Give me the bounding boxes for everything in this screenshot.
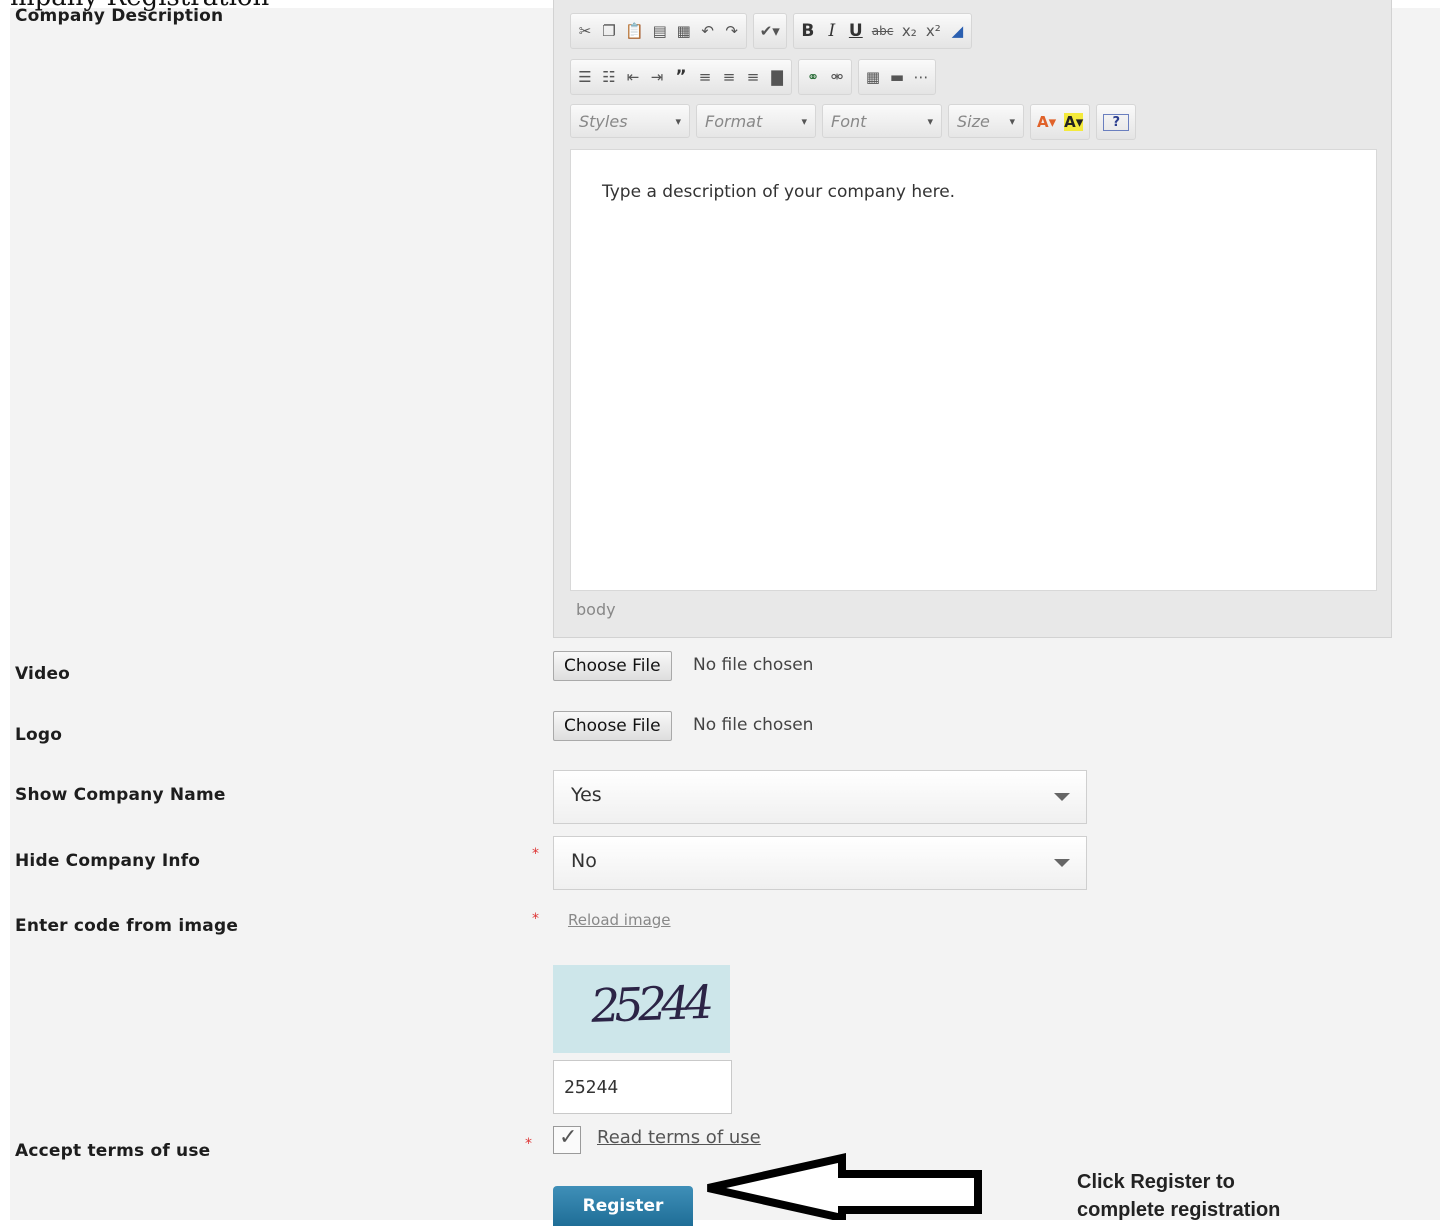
register-button[interactable]: Register [553, 1186, 693, 1226]
required-mark: * [532, 846, 539, 862]
lists-group: ☰ ☷ ⇤ ⇥ ” ≡ ≡ ≡ ▇ [570, 59, 792, 95]
accept-terms-checkbox[interactable]: ✓ [553, 1125, 581, 1154]
company-description-label: Company Description [15, 6, 224, 26]
chevron-down-icon: ▾ [1009, 114, 1015, 128]
paste-text-icon[interactable]: ▤ [652, 22, 668, 40]
size-combo[interactable]: Size ▾ [948, 104, 1024, 138]
hide-company-info-label: Hide Company Info [15, 851, 201, 871]
font-combo-label: Font [831, 111, 867, 131]
align-left-icon[interactable]: ≡ [697, 68, 713, 86]
indent-icon[interactable]: ⇥ [649, 68, 665, 86]
horizontal-rule-icon[interactable]: ▬ [889, 68, 905, 86]
captcha-image: 25244 [553, 965, 730, 1053]
numbered-list-icon[interactable]: ☰ [577, 68, 593, 86]
blockquote-icon[interactable]: ” [673, 67, 689, 87]
unlink-icon[interactable]: ⚮ [829, 68, 845, 86]
bold-icon[interactable]: B [800, 21, 816, 41]
format-combo-label: Format [705, 111, 763, 131]
size-combo-label: Size [957, 111, 990, 131]
styles-combo-label: Styles [579, 111, 628, 131]
copy-icon[interactable]: ❐ [601, 22, 617, 40]
help-icon[interactable]: ? [1103, 113, 1130, 131]
video-choose-file-button[interactable]: Choose File [553, 651, 672, 681]
required-mark: * [532, 911, 539, 927]
accept-terms-label: Accept terms of use [15, 1141, 211, 1161]
clipboard-group: ✂ ❐ 📋 ▤ ▦ ↶ ↷ [570, 13, 747, 49]
link-icon[interactable]: ⚭ [805, 68, 821, 86]
text-color-icon[interactable]: A▾ [1037, 113, 1056, 131]
undo-icon[interactable]: ↶ [700, 22, 716, 40]
align-right-icon[interactable]: ≡ [745, 68, 761, 86]
rich-text-editor: ✂ ❐ 📋 ▤ ▦ ↶ ↷ ✔▾ B I U abc x₂ x² ◢ ☰ ☷ ⇤… [553, 0, 1392, 638]
chevron-down-icon [1054, 859, 1070, 867]
font-combo[interactable]: Font ▾ [822, 104, 942, 138]
justify-icon[interactable]: ▇ [769, 68, 785, 86]
page-break-icon[interactable]: ⋯ [913, 68, 929, 86]
captcha-label: Enter code from image [15, 916, 239, 936]
background-color-icon[interactable]: A▾ [1064, 113, 1084, 131]
reload-image-link[interactable]: Reload image [568, 911, 671, 929]
spellcheck-group: ✔▾ [752, 13, 787, 49]
subscript-icon[interactable]: x₂ [901, 22, 917, 40]
show-company-name-label: Show Company Name [15, 785, 226, 805]
help-group: ? [1096, 104, 1137, 140]
paste-word-icon[interactable]: ▦ [676, 22, 692, 40]
register-annotation: Click Register to complete registration [1077, 1168, 1280, 1224]
editor-content: Type a description of your company here. [602, 182, 956, 202]
bulleted-list-icon[interactable]: ☷ [601, 68, 617, 86]
editor-content-area[interactable]: Type a description of your company here. [570, 149, 1377, 591]
underline-icon[interactable]: U [848, 21, 864, 41]
paste-icon[interactable]: 📋 [625, 22, 644, 40]
basic-styles-group: B I U abc x₂ x² ◢ [792, 13, 973, 49]
chevron-down-icon [1054, 793, 1070, 801]
superscript-icon[interactable]: x² [925, 22, 941, 40]
logo-label: Logo [15, 725, 63, 745]
format-combo[interactable]: Format ▾ [696, 104, 816, 138]
editor-element-path[interactable]: body [576, 600, 616, 619]
outdent-icon[interactable]: ⇤ [625, 68, 641, 86]
insert-group: ▦ ▬ ⋯ [858, 59, 936, 95]
checkmark-icon: ✓ [559, 1125, 578, 1150]
editor-toolbar-row-3: Styles ▾ Format ▾ Font ▾ Size ▾ A▾ A▾ ? [570, 104, 1137, 140]
video-file-status: No file chosen [693, 655, 814, 675]
show-company-name-value: Yes [571, 784, 602, 806]
chevron-down-icon: ▾ [675, 114, 681, 128]
editor-toolbar-row-1: ✂ ❐ 📋 ▤ ▦ ↶ ↷ ✔▾ B I U abc x₂ x² ◢ [570, 13, 973, 49]
cut-icon[interactable]: ✂ [577, 22, 593, 40]
links-group: ⚭ ⚮ [798, 59, 852, 95]
logo-file-status: No file chosen [693, 715, 814, 735]
show-company-name-select[interactable]: Yes [553, 770, 1087, 824]
read-terms-link[interactable]: Read terms of use [597, 1127, 761, 1148]
strike-icon[interactable]: abc [872, 24, 894, 38]
chevron-down-icon: ▾ [801, 114, 807, 128]
required-mark: * [525, 1136, 532, 1152]
captcha-input[interactable]: 25244 [553, 1060, 732, 1114]
video-label: Video [15, 664, 71, 684]
italic-icon[interactable]: I [824, 21, 840, 41]
spellcheck-icon[interactable]: ✔▾ [760, 22, 780, 40]
arrow-annotation-icon [707, 1153, 982, 1220]
styles-combo[interactable]: Styles ▾ [570, 104, 690, 138]
hide-company-info-value: No [571, 850, 597, 872]
annotation-line-1: Click Register to [1077, 1171, 1235, 1193]
editor-toolbar-row-2: ☰ ☷ ⇤ ⇥ ” ≡ ≡ ≡ ▇ ⚭ ⚮ ▦ ▬ ⋯ [570, 59, 936, 95]
logo-choose-file-button[interactable]: Choose File [553, 711, 672, 741]
captcha-image-text: 25244 [586, 974, 712, 1034]
chevron-down-icon: ▾ [927, 114, 933, 128]
hide-company-info-select[interactable]: No [553, 836, 1087, 890]
table-icon[interactable]: ▦ [865, 68, 881, 86]
redo-icon[interactable]: ↷ [724, 22, 740, 40]
align-center-icon[interactable]: ≡ [721, 68, 737, 86]
remove-format-icon[interactable]: ◢ [949, 22, 965, 40]
colors-group: A▾ A▾ [1030, 104, 1091, 140]
